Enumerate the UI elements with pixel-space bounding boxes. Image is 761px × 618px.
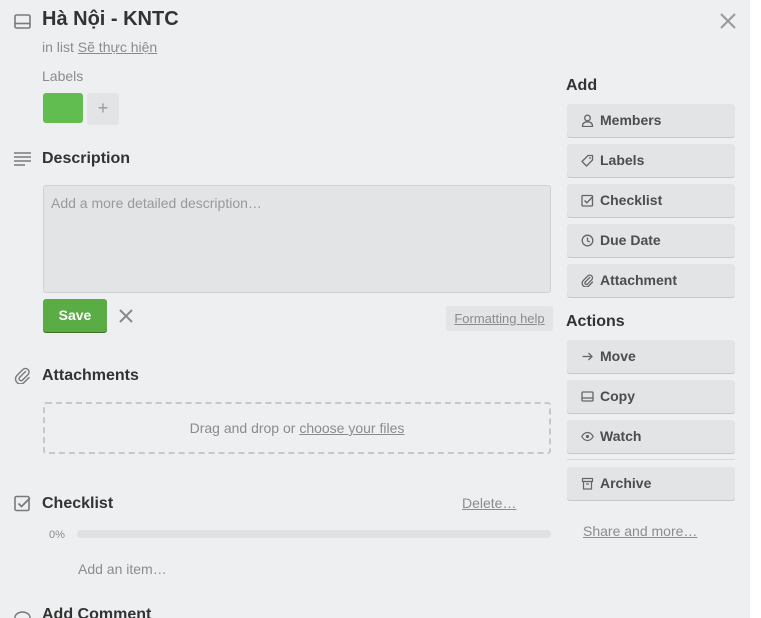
add-comment-heading: Add Comment bbox=[42, 606, 152, 618]
checklist-label: Checklist bbox=[600, 192, 663, 208]
card-title[interactable]: Hà Nội - KNTC bbox=[42, 8, 179, 31]
due-date-label: Due Date bbox=[600, 232, 661, 248]
checklist-progress-bar bbox=[77, 530, 551, 538]
copy-button[interactable]: Copy bbox=[567, 380, 735, 413]
attachment-dropzone[interactable]: Drag and drop or choose your files bbox=[43, 402, 551, 454]
add-checklist-item[interactable]: Add an item… bbox=[78, 561, 167, 577]
archive-label: Archive bbox=[600, 475, 652, 491]
labels-label: Labels bbox=[600, 152, 645, 168]
card-icon bbox=[14, 14, 31, 29]
description-textarea[interactable]: Add a more detailed description… bbox=[43, 185, 551, 293]
archive-button[interactable]: Archive bbox=[567, 467, 735, 500]
move-label: Move bbox=[600, 348, 636, 364]
dropzone-text: Drag and drop or bbox=[189, 420, 296, 436]
card-detail-window: Hà Nội - KNTC in list Sẽ thực hiện Label… bbox=[0, 0, 750, 618]
person-icon bbox=[581, 114, 594, 128]
watch-button[interactable]: Watch bbox=[567, 420, 735, 453]
labels-button[interactable]: Labels bbox=[567, 144, 735, 177]
attachment-label: Attachment bbox=[600, 272, 678, 288]
move-button[interactable]: Move bbox=[567, 340, 735, 373]
in-list-prefix: in list bbox=[42, 39, 74, 55]
labels-heading: Labels bbox=[42, 68, 84, 84]
attachment-button[interactable]: Attachment bbox=[567, 264, 735, 297]
clock-icon bbox=[581, 234, 594, 247]
eye-icon bbox=[581, 430, 594, 443]
cancel-edit-icon[interactable] bbox=[118, 308, 134, 324]
members-button[interactable]: Members bbox=[567, 104, 735, 137]
card-icon bbox=[581, 390, 594, 403]
list-name-link[interactable]: Sẽ thực hiện bbox=[78, 39, 157, 55]
description-lines-icon bbox=[14, 152, 32, 166]
close-icon[interactable] bbox=[717, 10, 739, 32]
attachments-heading: Attachments bbox=[42, 367, 139, 384]
add-label-button[interactable]: + bbox=[87, 93, 119, 125]
arrow-right-icon bbox=[581, 350, 594, 363]
formatting-help-link[interactable]: Formatting help bbox=[446, 306, 553, 331]
copy-label: Copy bbox=[600, 388, 635, 404]
checkbox-icon bbox=[14, 495, 31, 512]
comment-bubble-icon bbox=[14, 611, 31, 618]
add-heading: Add bbox=[566, 77, 598, 94]
share-and-more-link[interactable]: Share and more… bbox=[583, 523, 697, 539]
checklist-heading: Checklist bbox=[42, 495, 114, 512]
watch-label: Watch bbox=[600, 428, 642, 444]
choose-files-link[interactable]: choose your files bbox=[299, 420, 404, 436]
checklist-button[interactable]: Checklist bbox=[567, 184, 735, 217]
actions-heading: Actions bbox=[566, 313, 625, 330]
paperclip-icon bbox=[14, 367, 31, 384]
checklist-percent: 0% bbox=[49, 529, 65, 541]
checkbox-icon bbox=[581, 194, 594, 207]
sidebar-divider bbox=[567, 459, 735, 460]
label-chip-green[interactable] bbox=[43, 93, 83, 123]
paperclip-icon bbox=[581, 274, 594, 288]
delete-checklist-link[interactable]: Delete… bbox=[462, 495, 516, 511]
due-date-button[interactable]: Due Date bbox=[567, 224, 735, 257]
tag-icon bbox=[581, 154, 594, 167]
description-heading: Description bbox=[42, 150, 131, 167]
in-list-text: in list Sẽ thực hiện bbox=[42, 39, 157, 55]
archive-icon bbox=[581, 477, 594, 490]
members-label: Members bbox=[600, 112, 662, 128]
save-button[interactable]: Save bbox=[43, 299, 107, 332]
